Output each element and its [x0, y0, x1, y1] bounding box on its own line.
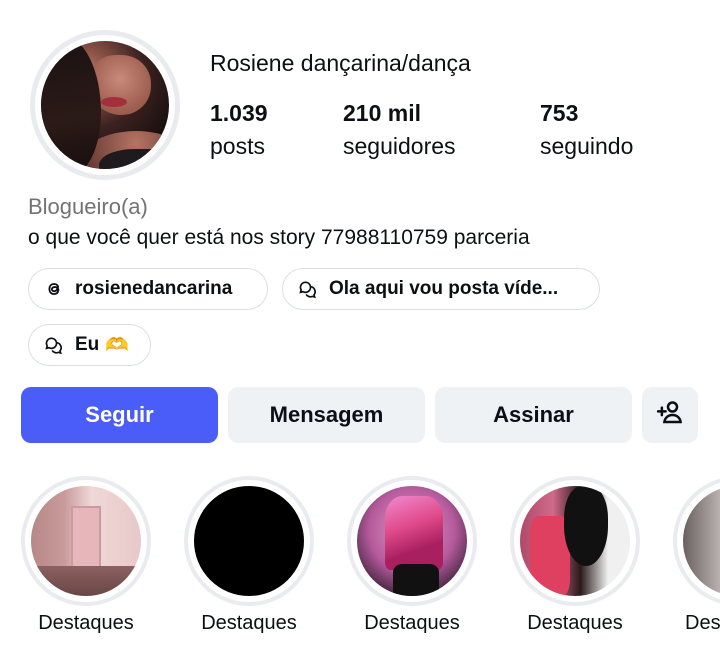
channel-link-label-2: Eu — [75, 334, 100, 355]
follow-button[interactable]: Seguir — [21, 387, 218, 443]
highlight-cover — [194, 486, 304, 596]
channel-link-label: Ola aqui vou posta víde... — [329, 278, 559, 299]
threads-icon — [43, 278, 65, 300]
message-button[interactable]: Mensagem — [228, 387, 425, 443]
highlight-label: Destaques — [201, 612, 297, 634]
chat-bubbles-icon — [43, 334, 65, 356]
highlight-label: Destaques — [38, 612, 134, 634]
highlight-cover — [520, 486, 630, 596]
highlight-label: Destaques — [364, 612, 460, 634]
highlight-cover — [357, 486, 467, 596]
stat-following-count: 753 — [540, 100, 579, 126]
stat-posts[interactable]: 1.039 posts — [210, 97, 268, 163]
highlight-label: Destaques — [527, 612, 623, 634]
heart-hands-icon: 🫶 — [105, 335, 129, 356]
threads-username: rosienedancarina — [75, 278, 233, 299]
subscribe-button[interactable]: Assinar — [435, 387, 632, 443]
stat-following[interactable]: 753 seguindo — [540, 97, 633, 163]
story-highlight[interactable]: Des — [673, 476, 720, 635]
add-user-button[interactable] — [642, 387, 698, 443]
stat-posts-label: posts — [210, 133, 265, 159]
channel-link-chip[interactable]: Ola aqui vou posta víde... — [282, 268, 600, 310]
stat-followers-label: seguidores — [343, 133, 456, 159]
story-highlight[interactable]: Destaques — [347, 476, 477, 635]
highlight-label: Des — [685, 612, 720, 634]
avatar-image — [41, 41, 169, 169]
story-highlight[interactable]: Destaques — [184, 476, 314, 635]
stat-followers-count: 210 mil — [343, 100, 421, 126]
profile-category: Blogueiro(a) — [28, 194, 148, 219]
stat-followers[interactable]: 210 mil seguidores — [343, 97, 456, 163]
profile-bio: o que você quer está nos story 779881107… — [28, 226, 530, 249]
profile-avatar[interactable] — [30, 30, 180, 180]
profile-name: Rosiene dançarina/dança — [210, 50, 471, 76]
stat-following-label: seguindo — [540, 133, 634, 159]
threads-link-chip[interactable]: rosienedancarina — [28, 268, 268, 310]
add-person-icon — [655, 397, 685, 433]
highlight-cover — [683, 486, 720, 596]
channel-link-chip-2[interactable]: Eu 🫶 — [28, 324, 151, 366]
highlight-cover — [31, 486, 141, 596]
chat-bubbles-icon — [297, 278, 319, 300]
story-highlight[interactable]: Destaques — [510, 476, 640, 635]
stat-posts-count: 1.039 — [210, 100, 268, 126]
story-highlight[interactable]: Destaques — [21, 476, 151, 635]
